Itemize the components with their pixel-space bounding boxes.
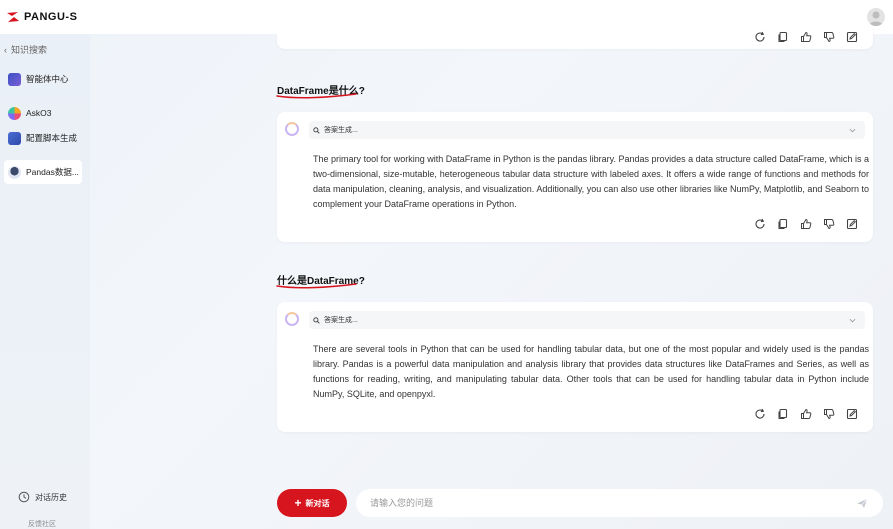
sidebar-item-label: AskO3 [26, 108, 52, 118]
answer-actions [754, 218, 858, 230]
asko3-icon [8, 106, 21, 120]
thumbs-down-icon[interactable] [823, 408, 835, 420]
copy-icon[interactable] [777, 408, 789, 420]
sidebar-item-pandas[interactable]: Pandas数据... [4, 160, 82, 184]
thumbs-up-icon[interactable] [800, 218, 812, 230]
sidebar-item-asko3[interactable]: AskO3 [4, 101, 82, 125]
pandas-icon [8, 165, 21, 179]
sidebar-item-label: 配置脚本生成 [26, 133, 78, 143]
question-underline [276, 93, 357, 99]
user-icon [869, 11, 883, 26]
logo-icon [7, 12, 19, 22]
history-icon [18, 491, 30, 503]
answer-card: 答案生成... There are several tools in Pytho… [277, 302, 873, 432]
agent-center-icon [8, 72, 21, 86]
edit-icon[interactable] [846, 408, 858, 420]
chevron-down-icon[interactable] [849, 318, 856, 323]
sidebar-item-config-script[interactable]: 配置脚本生成 [4, 126, 82, 150]
feedback-link[interactable]: 反馈社区 [28, 519, 56, 529]
generation-status: 答案生成... [324, 317, 358, 324]
edit-icon[interactable] [846, 31, 858, 43]
loading-spinner-icon [285, 122, 299, 136]
send-icon[interactable] [856, 498, 868, 509]
answer-card-previous [277, 24, 873, 49]
history-button[interactable]: 对话历史 [18, 491, 67, 503]
new-chat-label: 新对话 [305, 498, 330, 508]
generation-status-bar[interactable]: 答案生成... [309, 121, 865, 139]
copy-icon[interactable] [777, 31, 789, 43]
thumbs-down-icon[interactable] [823, 218, 835, 230]
question-underline [276, 283, 357, 289]
brand-logo[interactable]: PANGU-S [6, 11, 77, 23]
brand-name: PANGU-S [24, 11, 78, 23]
refresh-icon[interactable] [754, 31, 766, 43]
answer-actions [754, 408, 858, 420]
thumbs-up-icon[interactable] [800, 408, 812, 420]
plus-icon: + [294, 496, 302, 510]
back-label: 知识搜索 [11, 45, 48, 55]
avatar[interactable] [867, 8, 885, 26]
sidebar-item-label: 智能体中心 [26, 74, 69, 84]
sidebar-item-agent-center[interactable]: 智能体中心 [4, 67, 82, 91]
search-icon [313, 316, 320, 324]
copy-icon[interactable] [777, 218, 789, 230]
history-label: 对话历史 [35, 492, 67, 502]
chevron-left-icon: ‹ [4, 44, 7, 55]
thumbs-down-icon[interactable] [823, 31, 835, 43]
edit-icon[interactable] [846, 218, 858, 230]
answer-actions [754, 31, 858, 43]
thumbs-up-icon[interactable] [800, 31, 812, 43]
generation-status: 答案生成... [324, 127, 358, 134]
answer-text: There are several tools in Python that c… [313, 344, 869, 399]
loading-spinner-icon [285, 312, 299, 326]
generation-status-bar[interactable]: 答案生成... [309, 311, 865, 329]
search-icon [313, 126, 320, 134]
answer-card: 答案生成... The primary tool for working wit… [277, 112, 873, 242]
chat-area: DataFrame是什么? 答案生成... The primary tool f… [90, 24, 893, 529]
new-chat-button[interactable]: + 新对话 [277, 489, 347, 517]
sidebar-item-label: Pandas数据... [26, 167, 79, 177]
answer-text: The primary tool for working with DataFr… [313, 154, 869, 209]
chevron-down-icon[interactable] [849, 128, 856, 133]
back-button[interactable]: ‹ 知识搜索 [4, 43, 47, 56]
config-script-icon [8, 131, 21, 145]
question-input[interactable] [356, 489, 883, 517]
refresh-icon[interactable] [754, 408, 766, 420]
sidebar: ‹ 知识搜索 智能体中心 AskO3 配置脚本生成 Pandas数据... 对话… [0, 34, 90, 529]
refresh-icon[interactable] [754, 218, 766, 230]
